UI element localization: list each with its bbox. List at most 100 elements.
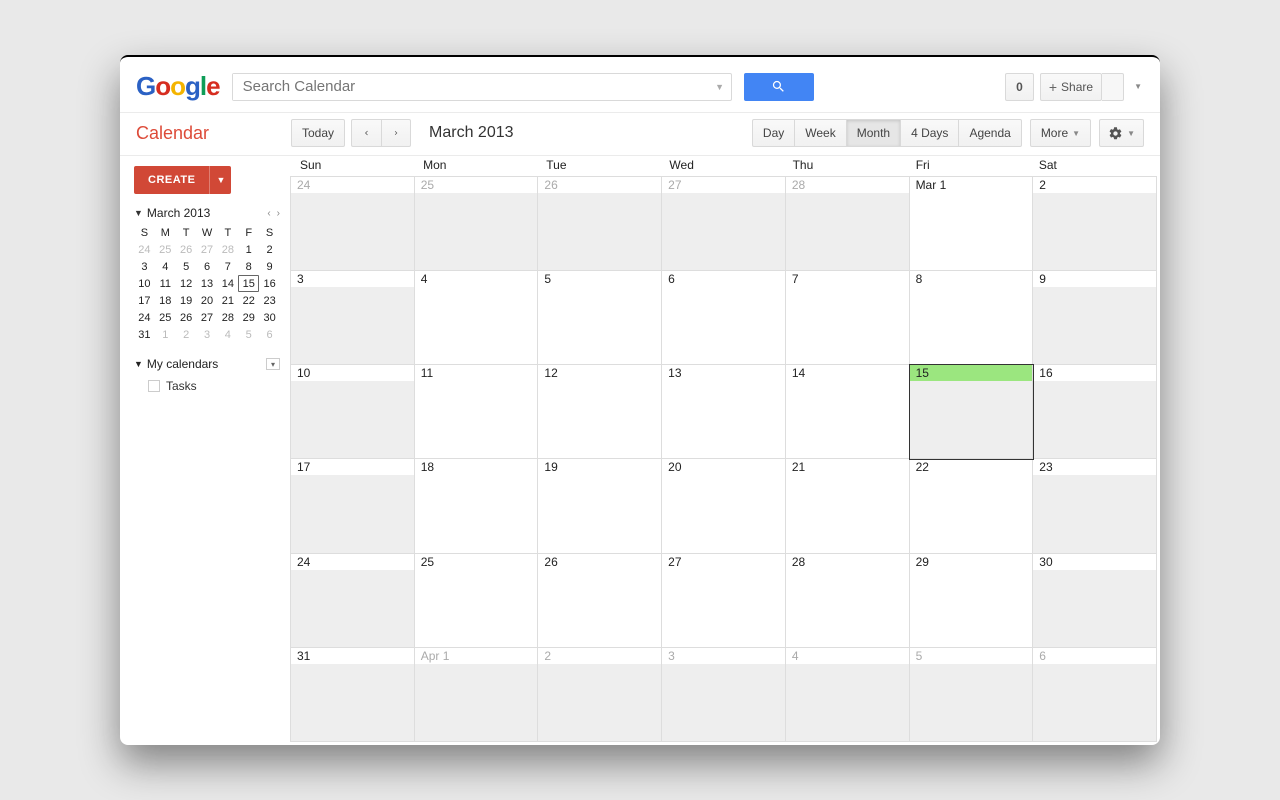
- tasks-checkbox[interactable]: [148, 380, 160, 392]
- search-button[interactable]: [744, 73, 814, 101]
- day-cell[interactable]: 8: [910, 271, 1034, 365]
- day-cell[interactable]: 27: [662, 554, 786, 648]
- day-cell[interactable]: Mar 1: [910, 177, 1034, 271]
- create-button[interactable]: CREATE: [134, 166, 209, 194]
- view-week[interactable]: Week: [794, 119, 845, 147]
- mini-day[interactable]: 20: [197, 292, 218, 309]
- day-cell[interactable]: 24: [291, 177, 415, 271]
- day-cell[interactable]: 7: [786, 271, 910, 365]
- mini-day[interactable]: 28: [217, 309, 238, 326]
- triangle-down-icon[interactable]: ▼: [134, 208, 143, 218]
- mini-day[interactable]: 4: [155, 258, 176, 275]
- mini-day[interactable]: 6: [197, 258, 218, 275]
- mini-day[interactable]: 24: [134, 309, 155, 326]
- day-cell[interactable]: 16: [1033, 365, 1157, 459]
- mini-day[interactable]: 7: [217, 258, 238, 275]
- notifications-button[interactable]: 0: [1005, 73, 1034, 101]
- day-cell[interactable]: 25: [415, 177, 539, 271]
- day-cell[interactable]: 2: [538, 648, 662, 742]
- day-cell[interactable]: 10: [291, 365, 415, 459]
- mini-day[interactable]: 8: [238, 258, 259, 275]
- day-cell[interactable]: 5: [910, 648, 1034, 742]
- mini-day[interactable]: 12: [176, 275, 197, 292]
- mini-day[interactable]: 1: [238, 241, 259, 258]
- account-dropdown-icon[interactable]: ▼: [1130, 82, 1142, 91]
- mini-day[interactable]: 22: [238, 292, 259, 309]
- day-cell[interactable]: 4: [786, 648, 910, 742]
- day-cell[interactable]: 20: [662, 459, 786, 553]
- settings-button[interactable]: ▼: [1099, 119, 1144, 147]
- my-calendars-menu-icon[interactable]: ▾: [266, 358, 280, 370]
- view-agenda[interactable]: Agenda: [958, 119, 1021, 147]
- mini-day[interactable]: 2: [259, 241, 280, 258]
- mini-day[interactable]: 25: [155, 309, 176, 326]
- day-cell[interactable]: 28: [786, 177, 910, 271]
- day-cell[interactable]: Apr 1: [415, 648, 539, 742]
- day-cell[interactable]: 28: [786, 554, 910, 648]
- day-cell[interactable]: 6: [662, 271, 786, 365]
- more-button[interactable]: More ▼: [1030, 119, 1091, 147]
- mini-day[interactable]: 31: [134, 326, 155, 343]
- search-dropdown-icon[interactable]: ▼: [709, 82, 731, 92]
- day-cell[interactable]: 9: [1033, 271, 1157, 365]
- mini-day[interactable]: 10: [134, 275, 155, 292]
- today-button[interactable]: Today: [291, 119, 345, 147]
- day-cell[interactable]: 23: [1033, 459, 1157, 553]
- mini-day[interactable]: 21: [217, 292, 238, 309]
- day-cell[interactable]: 24: [291, 554, 415, 648]
- day-cell[interactable]: 2: [1033, 177, 1157, 271]
- day-cell[interactable]: 13: [662, 365, 786, 459]
- day-cell[interactable]: 21: [786, 459, 910, 553]
- mini-next-icon[interactable]: ›: [277, 208, 280, 219]
- view-4-days[interactable]: 4 Days: [900, 119, 958, 147]
- day-cell[interactable]: 14: [786, 365, 910, 459]
- mini-day[interactable]: 5: [176, 258, 197, 275]
- my-calendars-header[interactable]: ▼ My calendars ▾: [134, 357, 280, 371]
- mini-day[interactable]: 15: [238, 275, 259, 292]
- day-cell[interactable]: 12: [538, 365, 662, 459]
- day-cell[interactable]: 6: [1033, 648, 1157, 742]
- day-cell[interactable]: 18: [415, 459, 539, 553]
- mini-day[interactable]: 17: [134, 292, 155, 309]
- mini-day[interactable]: 29: [238, 309, 259, 326]
- mini-day[interactable]: 19: [176, 292, 197, 309]
- day-cell[interactable]: 11: [415, 365, 539, 459]
- next-button[interactable]: [381, 119, 411, 147]
- view-month[interactable]: Month: [846, 119, 900, 147]
- mini-day[interactable]: 9: [259, 258, 280, 275]
- day-cell[interactable]: 22: [910, 459, 1034, 553]
- day-cell[interactable]: 15: [910, 365, 1034, 459]
- day-cell[interactable]: 26: [538, 554, 662, 648]
- share-target-chip[interactable]: [1102, 73, 1124, 101]
- share-button[interactable]: + Share: [1040, 73, 1102, 101]
- create-dropdown-button[interactable]: ▼: [209, 166, 231, 194]
- mini-day[interactable]: 30: [259, 309, 280, 326]
- day-cell[interactable]: 17: [291, 459, 415, 553]
- calendar-tasks-row[interactable]: Tasks: [148, 379, 280, 393]
- mini-day[interactable]: 13: [197, 275, 218, 292]
- search-input[interactable]: [233, 74, 709, 100]
- day-cell[interactable]: 3: [662, 648, 786, 742]
- day-cell[interactable]: 25: [415, 554, 539, 648]
- prev-button[interactable]: [351, 119, 381, 147]
- search-box[interactable]: ▼: [232, 73, 732, 101]
- day-cell[interactable]: 29: [910, 554, 1034, 648]
- day-cell[interactable]: 3: [291, 271, 415, 365]
- day-cell[interactable]: 26: [538, 177, 662, 271]
- mini-day[interactable]: 23: [259, 292, 280, 309]
- day-cell[interactable]: 4: [415, 271, 539, 365]
- day-cell[interactable]: 31: [291, 648, 415, 742]
- day-cell[interactable]: 30: [1033, 554, 1157, 648]
- mini-day[interactable]: 26: [176, 309, 197, 326]
- mini-day[interactable]: 3: [134, 258, 155, 275]
- day-cell[interactable]: 5: [538, 271, 662, 365]
- mini-day[interactable]: 14: [217, 275, 238, 292]
- view-day[interactable]: Day: [752, 119, 794, 147]
- mini-day[interactable]: 11: [155, 275, 176, 292]
- mini-prev-icon[interactable]: ‹: [267, 208, 270, 219]
- mini-day[interactable]: 27: [197, 309, 218, 326]
- mini-day[interactable]: 18: [155, 292, 176, 309]
- day-cell[interactable]: 27: [662, 177, 786, 271]
- day-cell[interactable]: 19: [538, 459, 662, 553]
- mini-day[interactable]: 16: [259, 275, 280, 292]
